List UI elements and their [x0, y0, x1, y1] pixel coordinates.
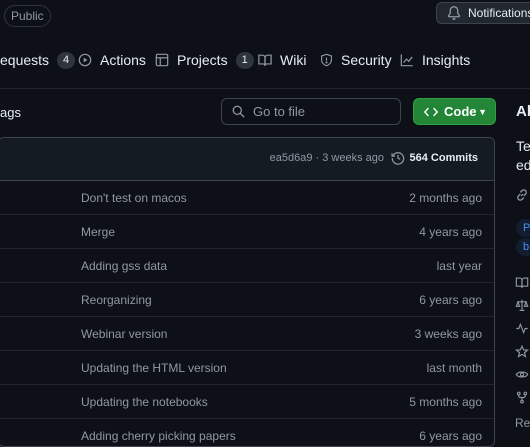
- commit-message[interactable]: Reorganizing: [81, 293, 152, 307]
- tab-insights[interactable]: Insights: [400, 50, 470, 70]
- table-row[interactable]: Merge 4 years ago: [0, 215, 494, 249]
- commits-count: 564 Commits: [409, 152, 478, 164]
- tab-actions-label: Actions: [100, 52, 146, 68]
- releases-heading: Rep: [515, 416, 530, 430]
- commit-date: 5 months ago: [409, 395, 482, 409]
- table-row[interactable]: Webinar version 3 weeks ago: [0, 317, 494, 351]
- commit-message[interactable]: Adding cherry picking papers: [81, 429, 236, 443]
- visibility-badge: Public: [4, 5, 51, 27]
- book-icon: [258, 54, 272, 66]
- commit-date: 6 years ago: [419, 293, 482, 307]
- tab-pull-requests-label: equests: [0, 52, 50, 68]
- projects-count: 1: [235, 51, 254, 69]
- commits-link[interactable]: 564 Commits: [390, 151, 478, 165]
- notifications-label: Notifications: [468, 6, 530, 20]
- tab-divider: [0, 88, 530, 89]
- commit-message[interactable]: Don't test on macos: [81, 191, 187, 205]
- commit-message[interactable]: Merge: [81, 225, 115, 239]
- bell-icon: [447, 6, 461, 20]
- go-to-file-placeholder: Go to file: [253, 104, 306, 119]
- about-heading: Ab: [516, 103, 530, 120]
- commit-message[interactable]: Adding gss data: [81, 259, 167, 273]
- tab-wiki-label: Wiki: [280, 52, 307, 68]
- topic-tag[interactable]: b: [516, 238, 530, 256]
- table-row[interactable]: Reorganizing 6 years ago: [0, 283, 494, 317]
- latest-commit-info[interactable]: ea5d6a9 · 3 weeks ago: [270, 152, 384, 164]
- tab-security[interactable]: Security: [320, 50, 392, 70]
- tab-projects[interactable]: Projects 1: [155, 50, 254, 70]
- caret-down-icon: ▼: [478, 106, 487, 117]
- commit-date: 2 months ago: [409, 191, 482, 205]
- play-icon: [78, 53, 92, 67]
- tags-link[interactable]: ags: [0, 105, 21, 120]
- tab-wiki[interactable]: Wiki: [258, 50, 306, 70]
- pulse-icon: [516, 322, 528, 335]
- file-list: ea5d6a9 · 3 weeks ago 564 Commits Don't …: [0, 137, 495, 447]
- commit-message[interactable]: Updating the HTML version: [81, 361, 227, 375]
- star-icon: [515, 345, 529, 358]
- tab-pull-requests[interactable]: equests 4: [0, 50, 76, 70]
- notifications-button[interactable]: Notifications: [436, 2, 530, 24]
- tab-insights-label: Insights: [422, 52, 471, 68]
- search-icon: [232, 105, 245, 118]
- commit-date: last month: [426, 361, 482, 375]
- commit-date: 3 weeks ago: [414, 327, 482, 341]
- commit-date: last year: [436, 259, 482, 273]
- commit-date: 4 years ago: [419, 225, 482, 239]
- tab-projects-label: Projects: [177, 52, 228, 68]
- tab-actions[interactable]: Actions: [78, 50, 146, 70]
- code-icon: [424, 107, 438, 116]
- fork-icon: [516, 391, 528, 404]
- code-button[interactable]: Code ▼: [413, 98, 496, 125]
- table-row[interactable]: Updating the notebooks 5 months ago: [0, 385, 494, 419]
- law-icon: [515, 299, 529, 311]
- table-row[interactable]: Adding gss data last year: [0, 249, 494, 283]
- go-to-file-input[interactable]: Go to file: [221, 98, 401, 125]
- book-icon: [515, 277, 529, 288]
- commit-message[interactable]: Webinar version: [81, 327, 167, 341]
- description-line-2: ed: [516, 157, 530, 173]
- latest-commit-bar: ea5d6a9 · 3 weeks ago 564 Commits: [0, 138, 494, 181]
- history-icon: [390, 152, 404, 165]
- description-line-1: Tex: [516, 138, 530, 154]
- topic-tag[interactable]: P: [516, 219, 530, 237]
- tab-security-label: Security: [341, 52, 392, 68]
- table-row[interactable]: Updating the HTML version last month: [0, 351, 494, 385]
- pull-requests-count: 4: [57, 51, 76, 69]
- commit-date: 6 years ago: [419, 429, 482, 443]
- eye-icon: [515, 371, 529, 378]
- link-icon[interactable]: [515, 188, 529, 202]
- table-row[interactable]: Don't test on macos 2 months ago: [0, 181, 494, 215]
- shield-icon: [321, 53, 332, 67]
- commit-message[interactable]: Updating the notebooks: [81, 395, 208, 409]
- table-icon: [155, 53, 169, 67]
- table-row[interactable]: Adding cherry picking papers 6 years ago: [0, 419, 494, 446]
- graph-icon: [400, 54, 413, 67]
- code-button-label: Code: [444, 104, 477, 119]
